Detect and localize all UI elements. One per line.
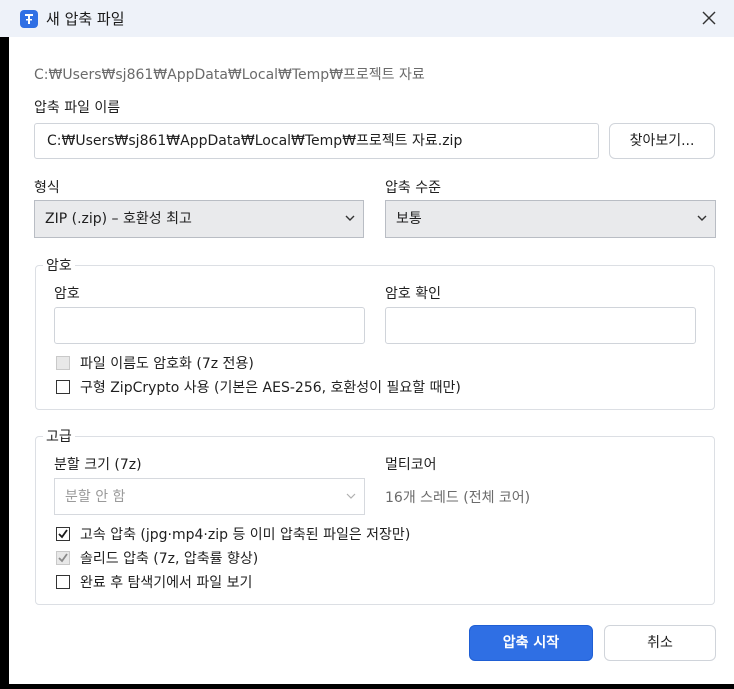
solid-compress-checkbox[interactable] <box>56 551 70 565</box>
browse-button[interactable]: 찾아보기... <box>609 123 715 159</box>
dialog-body: C:₩Users₩sj861₩AppData₩Local₩Temp₩프로젝트 자… <box>9 37 734 684</box>
chevron-down-icon <box>345 215 355 221</box>
chevron-down-icon <box>697 215 707 221</box>
advanced-group-title: 고급 <box>43 426 75 446</box>
checkmark-icon <box>58 553 68 563</box>
format-select[interactable]: ZIP (.zip) – 호환성 최고 <box>34 200 364 238</box>
password-group-title: 암호 <box>43 255 75 275</box>
fast-compress-checkbox[interactable] <box>56 527 70 541</box>
encrypt-names-checkbox[interactable] <box>56 356 70 370</box>
multicore-value: 16개 스레드 (전체 코어) <box>385 490 531 506</box>
password-input[interactable] <box>54 307 365 344</box>
cancel-button[interactable]: 취소 <box>604 625 716 661</box>
split-size-select[interactable]: 분할 안 함 <box>54 478 365 515</box>
open-after-label: 완료 후 탐색기에서 파일 보기 <box>80 575 253 591</box>
archive-name-label: 압축 파일 이름 <box>34 100 121 116</box>
split-size-label: 분할 크기 (7z) <box>54 457 142 473</box>
split-size-value: 분할 안 함 <box>65 489 126 505</box>
password-label: 암호 <box>54 286 80 302</box>
legacy-zipcrypto-label: 구형 ZipCrypto 사용 (기본은 AES-256, 호환성이 필요할 때… <box>80 380 461 396</box>
target-path: C:₩Users₩sj861₩AppData₩Local₩Temp₩프로젝트 자… <box>34 67 425 83</box>
checkmark-icon <box>58 529 68 539</box>
compression-level-label: 압축 수준 <box>385 180 441 196</box>
legacy-zipcrypto-checkbox[interactable] <box>56 380 70 394</box>
chevron-down-icon <box>346 493 356 499</box>
close-button[interactable] <box>688 0 734 37</box>
password-confirm-label: 암호 확인 <box>385 286 441 302</box>
title-bar: 새 압축 파일 <box>0 0 734 37</box>
password-confirm-input[interactable] <box>385 307 696 344</box>
multicore-label: 멀티코어 <box>385 457 437 473</box>
encrypt-names-label: 파일 이름도 암호화 (7z 전용) <box>80 356 254 372</box>
open-after-checkbox[interactable] <box>56 575 70 589</box>
start-compress-button[interactable]: 압축 시작 <box>469 625 593 661</box>
archive-app-icon <box>20 10 38 28</box>
solid-compress-label: 솔리드 압축 (7z, 압축률 향상) <box>80 551 259 567</box>
window-title: 새 압축 파일 <box>46 10 125 28</box>
format-label: 형식 <box>34 180 60 196</box>
compression-level-select[interactable]: 보통 <box>385 200 716 238</box>
archive-name-input[interactable]: C:₩Users₩sj861₩AppData₩Local₩Temp₩프로젝트 자… <box>34 123 599 159</box>
compression-level-value: 보통 <box>396 211 422 227</box>
format-select-value: ZIP (.zip) – 호환성 최고 <box>45 211 192 227</box>
fast-compress-label: 고속 압축 (jpg·mp4·zip 등 이미 압축된 파일은 저장만) <box>80 527 411 543</box>
close-icon <box>702 11 716 25</box>
